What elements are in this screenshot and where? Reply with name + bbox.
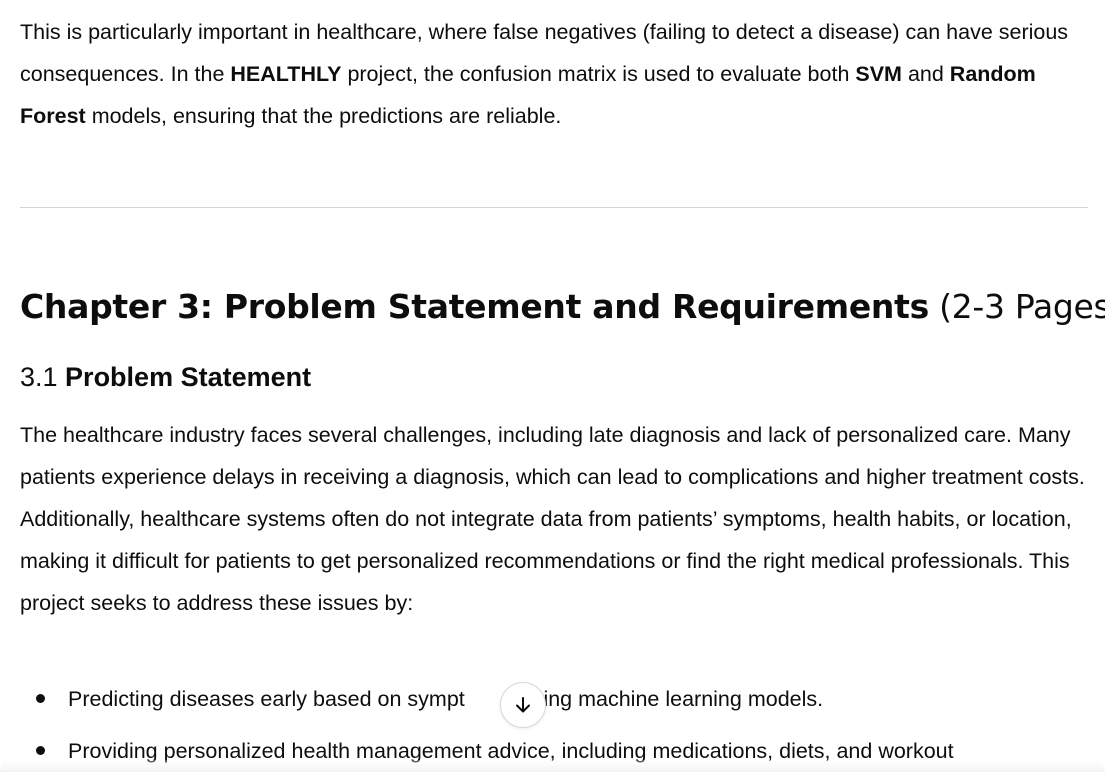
intro-text: and	[901, 62, 950, 86]
section-title: Problem Statement	[65, 362, 312, 392]
chat-message-view: This is particularly important in health…	[0, 0, 1105, 772]
chapter-page-count: (2-3 Pages)	[928, 287, 1105, 326]
bullet-list: Predicting diseases early based on sympt…	[20, 678, 1088, 772]
scroll-to-bottom-button[interactable]	[500, 682, 546, 728]
section-heading: 3.1 Problem Statement	[20, 357, 311, 397]
project-name-bold: HEALTHLY	[230, 62, 342, 86]
list-item-text: Predicting diseases early based on sympt	[68, 687, 465, 711]
intro-text: models, ensuring that the predictions ar…	[85, 104, 562, 128]
chapter-title: Chapter 3: Problem Statement and Require…	[20, 287, 929, 326]
assistant-message: This is particularly important in health…	[20, 0, 1105, 763]
intro-text: project, the confusion matrix is used to…	[341, 62, 856, 86]
arrow-down-icon	[516, 697, 530, 713]
list-item-text: using machine learning models.	[514, 687, 824, 711]
bullet-dot	[36, 746, 45, 755]
chapter-heading: Chapter 3: Problem Statement and Require…	[20, 282, 1105, 332]
intro-paragraph: This is particularly important in health…	[20, 0, 1088, 137]
list-item: Predicting diseases early based on sympt…	[20, 678, 1088, 730]
problem-paragraph: The healthcare industry faces several ch…	[20, 423, 1085, 615]
section-divider	[20, 207, 1088, 208]
bullet-dot	[36, 694, 45, 703]
svm-bold: SVM	[855, 62, 902, 86]
composer-edge	[0, 760, 1105, 772]
section-number: 3.1	[20, 362, 66, 392]
